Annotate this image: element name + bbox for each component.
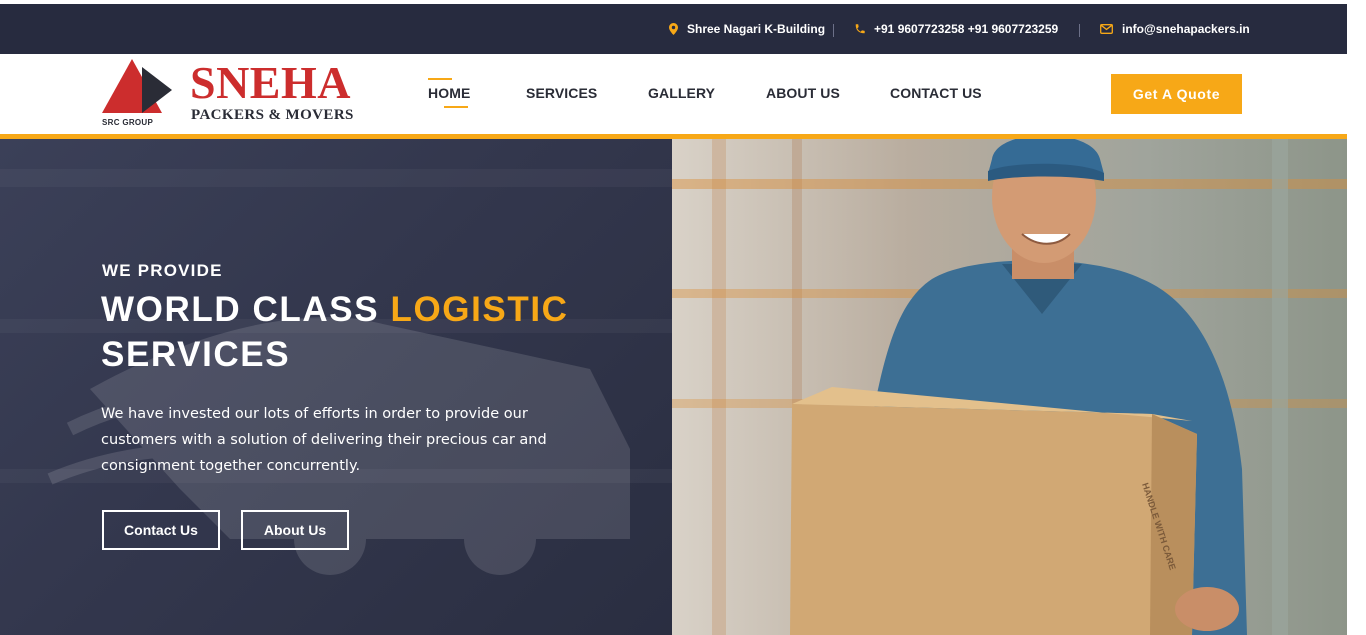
phone-text: +91 9607723258 +91 9607723259: [874, 22, 1059, 36]
get-a-quote-button[interactable]: Get A Quote: [1111, 74, 1242, 114]
page-scrollbar[interactable]: [1347, 0, 1366, 635]
nav-gallery[interactable]: GALLERY: [648, 85, 715, 101]
main-navbar: SRC GROUP SNEHA PACKERS & MOVERS HOME SE…: [0, 54, 1347, 139]
address-item: Shree Nagari K-Building: [669, 4, 825, 54]
background-shelf: [0, 169, 672, 187]
hero-image-panel: HANDLE WITH CARE: [672, 139, 1347, 635]
map-pin-icon: [669, 23, 678, 35]
logo-tagline: PACKERS & MOVERS: [191, 107, 354, 123]
address-text: Shree Nagari K-Building: [687, 22, 826, 36]
email-item[interactable]: info@snehapackers.in: [1100, 4, 1250, 54]
headline-part-2: SERVICES: [101, 335, 291, 374]
email-text: info@snehapackers.in: [1122, 22, 1250, 36]
hero-section: WE PROVIDE WORLD CLASS LOGISTIC SERVICES…: [0, 139, 1347, 635]
brand-logo[interactable]: SRC GROUP SNEHA PACKERS & MOVERS: [102, 59, 372, 129]
nav-services[interactable]: SERVICES: [526, 85, 597, 101]
logo-group-label: SRC GROUP: [102, 118, 154, 127]
hero-description: We have invested our lots of efforts in …: [101, 406, 547, 474]
nav-home[interactable]: HOME: [428, 78, 470, 108]
delivery-man-image: HANDLE WITH CARE: [790, 139, 1247, 635]
phone-item[interactable]: +91 9607723258 +91 9607723259: [854, 4, 1058, 54]
hero-headline: WORLD CLASS LOGISTIC SERVICES: [101, 287, 569, 377]
contact-us-button[interactable]: Contact Us: [102, 510, 220, 550]
divider: [833, 24, 834, 37]
phone-icon: [854, 23, 865, 35]
hero-text-panel: WE PROVIDE WORLD CLASS LOGISTIC SERVICES…: [0, 139, 672, 635]
divider: [1079, 24, 1080, 37]
about-us-button[interactable]: About Us: [241, 510, 349, 550]
nav-contact-us[interactable]: CONTACT US: [890, 85, 982, 101]
hero-eyebrow: WE PROVIDE: [102, 261, 223, 280]
logo-wordmark: SNEHA: [190, 57, 351, 108]
logo-dark-triangle: [142, 67, 172, 113]
headline-highlight: LOGISTIC: [390, 290, 569, 329]
headline-part-1: WORLD CLASS: [101, 290, 391, 329]
top-info-bar: Shree Nagari K-Building +91 9607723258 +…: [0, 4, 1347, 54]
envelope-icon: [1100, 24, 1113, 34]
nav-about-us[interactable]: ABOUT US: [766, 85, 840, 101]
